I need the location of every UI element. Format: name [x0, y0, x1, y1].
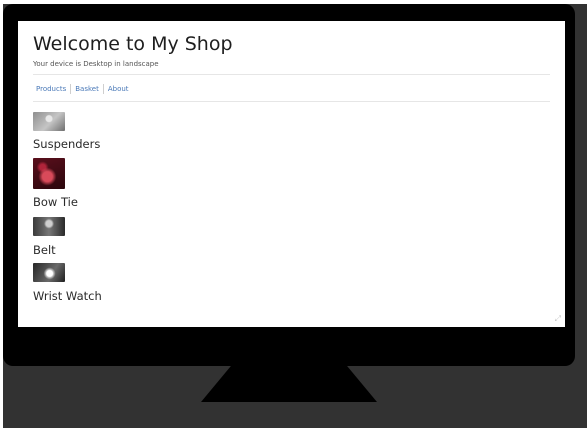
- nav-link-basket[interactable]: Basket: [72, 84, 102, 94]
- product-name[interactable]: Suspenders: [33, 137, 100, 151]
- divider: [33, 74, 550, 75]
- screen: Welcome to My Shop Your device is Deskto…: [18, 21, 565, 327]
- nav-link-about[interactable]: About: [105, 84, 132, 94]
- product-item-suspenders[interactable]: Suspenders: [33, 112, 100, 151]
- product-item-wrist-watch[interactable]: Wrist Watch: [33, 263, 102, 303]
- product-item-belt[interactable]: Belt: [33, 217, 65, 257]
- nav-link-products[interactable]: Products: [33, 84, 69, 94]
- bow-tie-thumbnail[interactable]: [33, 158, 65, 189]
- product-name[interactable]: Belt: [33, 243, 56, 257]
- page-title: Welcome to My Shop: [33, 33, 233, 55]
- monitor-stand: [201, 366, 377, 402]
- device-subtitle: Your device is Desktop in landscape: [33, 60, 159, 68]
- divider: [33, 101, 550, 102]
- product-name[interactable]: Wrist Watch: [33, 289, 102, 303]
- belt-thumbnail[interactable]: [33, 217, 65, 236]
- monitor-frame: Welcome to My Shop Your device is Deskto…: [3, 4, 575, 366]
- nav-bar: Products Basket About: [33, 84, 132, 94]
- resize-icon[interactable]: ⤢: [555, 314, 561, 324]
- wrist-watch-thumbnail[interactable]: [33, 263, 65, 282]
- nav-separator: [70, 84, 72, 94]
- suspenders-thumbnail[interactable]: [33, 112, 65, 131]
- product-item-bow-tie[interactable]: Bow Tie: [33, 158, 78, 209]
- nav-separator: [102, 84, 104, 94]
- product-name[interactable]: Bow Tie: [33, 195, 78, 209]
